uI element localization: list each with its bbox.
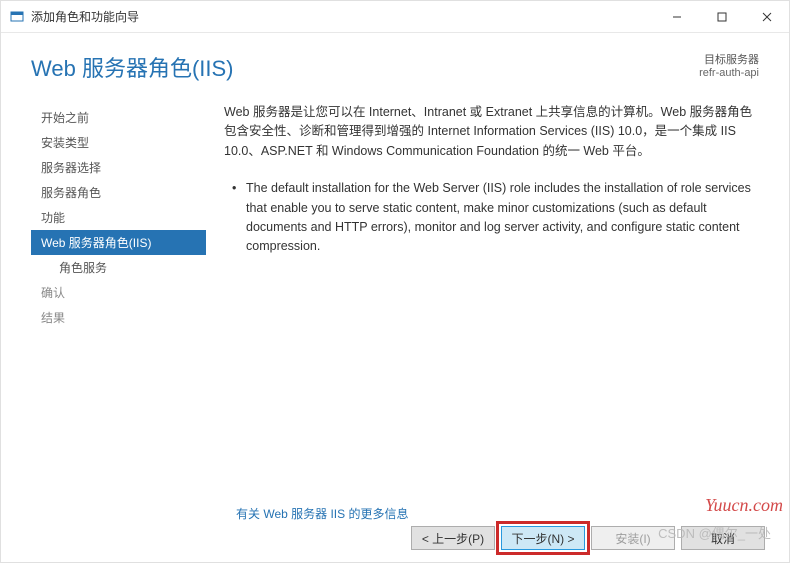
target-server-label: 目标服务器: [699, 51, 759, 67]
sidebar-item-features[interactable]: 功能: [31, 205, 206, 230]
page-title: Web 服务器角色(IIS): [31, 51, 234, 83]
window-controls: [654, 2, 789, 32]
sidebar-item-iis-role[interactable]: Web 服务器角色(IIS): [31, 230, 206, 255]
content-header: Web 服务器角色(IIS) 目标服务器 refr-auth-api: [1, 33, 789, 93]
watermark-yuucn: Yuucn.com: [705, 495, 783, 516]
target-server-name: refr-auth-api: [699, 67, 759, 79]
more-info-link[interactable]: 有关 Web 服务器 IIS 的更多信息: [1, 505, 789, 522]
sidebar-item-install-type[interactable]: 安装类型: [31, 130, 206, 155]
title-bar: 添加角色和功能向导: [1, 1, 789, 33]
wizard-sidebar: 开始之前 安装类型 服务器选择 服务器角色 功能 Web 服务器角色(IIS) …: [31, 103, 206, 501]
next-button[interactable]: 下一步(N) >: [501, 526, 585, 550]
note-item: The default installation for the Web Ser…: [236, 179, 759, 257]
minimize-button[interactable]: [654, 2, 699, 32]
window-title: 添加角色和功能向导: [31, 8, 654, 25]
sidebar-item-server-select[interactable]: 服务器选择: [31, 155, 206, 180]
sidebar-item-confirm: 确认: [31, 280, 206, 305]
intro-paragraph: Web 服务器是让您可以在 Internet、Intranet 或 Extran…: [224, 103, 759, 161]
sidebar-item-before-begin[interactable]: 开始之前: [31, 105, 206, 130]
app-icon: [9, 9, 25, 25]
main-content: Web 服务器是让您可以在 Internet、Intranet 或 Extran…: [206, 103, 759, 501]
watermark-csdn: CSDN @偶尔_一处: [658, 523, 771, 542]
previous-button[interactable]: < 上一步(P): [411, 526, 495, 550]
sidebar-item-results: 结果: [31, 305, 206, 330]
sidebar-item-role-services[interactable]: 角色服务: [31, 255, 206, 280]
maximize-button[interactable]: [699, 2, 744, 32]
sidebar-item-server-roles[interactable]: 服务器角色: [31, 180, 206, 205]
target-server-info: 目标服务器 refr-auth-api: [699, 51, 759, 79]
close-button[interactable]: [744, 2, 789, 32]
main-layout: 开始之前 安装类型 服务器选择 服务器角色 功能 Web 服务器角色(IIS) …: [1, 93, 789, 501]
notes-list: The default installation for the Web Ser…: [224, 179, 759, 257]
